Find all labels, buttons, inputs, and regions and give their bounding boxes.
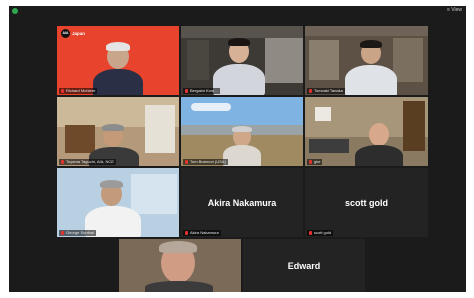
participant-hair (100, 180, 123, 188)
participant-body (345, 65, 397, 95)
participant-body (93, 69, 143, 95)
video-tile-richard[interactable]: AIA Japan Richard Mohlere (57, 26, 179, 95)
cabinet (65, 125, 95, 153)
cloud (191, 103, 231, 111)
video-tile-3[interactable]: Tomoaki Tanaka (305, 26, 428, 95)
participant-name-label: Tomoaki Tanaka (307, 88, 345, 94)
participant-hair (360, 40, 382, 48)
participant-display-name: scott gold (345, 197, 388, 208)
mic-muted-icon (309, 88, 312, 93)
mic-muted-icon (61, 88, 64, 93)
participant-name-label: Toyama Taguchi, AIA, NCE (59, 159, 116, 165)
view-button[interactable]: ≡ View (447, 7, 462, 14)
participant-hair (159, 241, 197, 253)
participant-display-name: Akira Nakamura (207, 197, 277, 208)
video-tile-scott[interactable]: scott gold scott gold (305, 168, 428, 237)
video-tile-akira[interactable]: Akira Nakamura Akira Nakamura (181, 168, 303, 237)
participant-name-label: Richard Mohlere (59, 88, 98, 94)
bookshelf (393, 38, 423, 82)
bookshelf (309, 40, 339, 80)
participant-name-label: George Sunthal (59, 230, 97, 236)
participant-name-label: Tom Brannon (USA) (183, 159, 228, 165)
participant-hair (106, 42, 130, 51)
participant-head (369, 123, 389, 146)
door (403, 101, 425, 151)
participant-name-label: Akira Nakamura (183, 230, 221, 236)
participant-body (145, 281, 213, 292)
video-tile-george[interactable]: George Sunthal (57, 168, 179, 237)
poster (315, 107, 331, 121)
participant-display-name: Edward (287, 260, 321, 271)
participant-body (213, 64, 265, 95)
window (265, 38, 303, 83)
participant-hair (232, 126, 252, 132)
video-tile-4[interactable]: Toyama Taguchi, AIA, NCE (57, 97, 179, 166)
aia-japan-badge: AIA Japan (61, 29, 86, 38)
security-shield-icon[interactable] (12, 8, 18, 14)
participant-hair (102, 124, 124, 131)
participant-name-label: gke (307, 159, 323, 165)
video-tile-10[interactable] (119, 239, 241, 292)
aia-logo-icon: AIA (61, 29, 70, 38)
video-tile-6[interactable]: gke (305, 97, 428, 166)
meeting-window: ≡ View AIA Japan Richard Mohlere Bergaim… (9, 6, 466, 292)
video-tile-5[interactable]: Tom Brannon (USA) (181, 97, 303, 166)
mic-muted-icon (185, 230, 188, 235)
mic-muted-icon (61, 230, 64, 235)
sky (181, 97, 303, 125)
participant-name-label: Bergaim Kom... (183, 88, 220, 94)
participant-name-label: scott gold (307, 230, 334, 236)
desk (309, 139, 349, 153)
ceiling (305, 26, 428, 36)
shelf (145, 105, 175, 153)
participant-hair (228, 38, 250, 46)
video-tile-edward[interactable]: Edward (243, 239, 365, 292)
mic-muted-icon (61, 159, 64, 164)
participant-body (223, 145, 261, 166)
mic-muted-icon (185, 159, 188, 164)
mic-muted-icon (309, 159, 312, 164)
window (131, 174, 177, 214)
mic-muted-icon (309, 230, 312, 235)
mic-muted-icon (185, 88, 188, 93)
ceiling (181, 26, 303, 38)
wall-panel (187, 40, 209, 80)
participant-body (355, 145, 403, 166)
video-tile-2[interactable]: Bergaim Kom... (181, 26, 303, 95)
